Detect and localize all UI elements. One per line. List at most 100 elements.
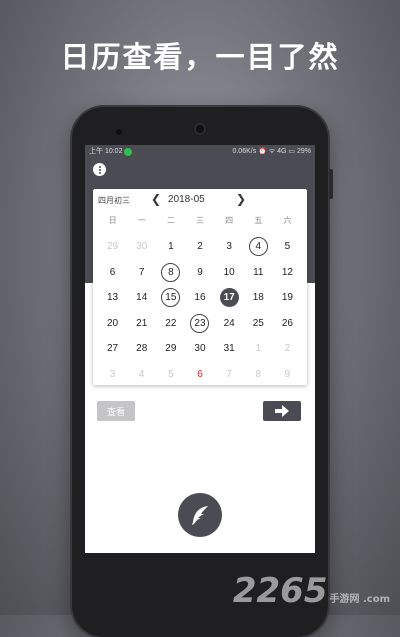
day-cell[interactable]: 4	[127, 362, 156, 388]
day-number: 26	[281, 317, 293, 329]
day-cell[interactable]: 5	[156, 362, 185, 388]
day-cell[interactable]: 15	[156, 285, 185, 311]
day-cell[interactable]: 11	[244, 260, 273, 286]
day-cell[interactable]: 9	[273, 362, 302, 388]
day-number: 24	[223, 317, 235, 329]
day-cell[interactable]: 23	[185, 311, 214, 337]
weekday-label: 五	[254, 216, 263, 225]
day-cell[interactable]: 8	[156, 260, 185, 286]
calendar-header: 四月初三 ❮ 2018-05 ❯	[93, 189, 307, 211]
watermark-number: 2265	[232, 571, 328, 611]
status-indicators: 0.06K/s ⏰ ᯤ 4G ▭ 29%	[232, 148, 311, 155]
day-number: 22	[165, 317, 177, 329]
app-screen: 上午 10:02 0.06K/s ⏰ ᯤ 4G ▭ 29% 四月初三 ❮ 201…	[85, 145, 315, 553]
day-cell[interactable]: 2	[273, 336, 302, 362]
day-number: 14	[136, 292, 148, 304]
more-vertical-icon[interactable]	[93, 163, 106, 176]
day-cell[interactable]: 13	[98, 285, 127, 311]
arrow-right-icon	[275, 405, 289, 417]
status-bar: 上午 10:02 0.06K/s ⏰ ᯤ 4G ▭ 29%	[85, 145, 315, 159]
day-number: 18	[252, 292, 264, 304]
day-number: 9	[284, 368, 291, 380]
day-number: 1	[168, 241, 174, 253]
day-number: 12	[281, 266, 293, 278]
go-button[interactable]	[263, 401, 301, 421]
day-number: 3	[109, 368, 116, 380]
day-number: 27	[107, 343, 119, 355]
weekday-label: 三	[195, 216, 204, 225]
day-cell[interactable]: 1	[244, 336, 273, 362]
day-cell[interactable]: 21	[127, 311, 156, 337]
weekday-label: 日	[108, 216, 117, 225]
day-cell[interactable]: 10	[215, 260, 244, 286]
chevron-right-icon[interactable]: ❯	[236, 192, 246, 206]
day-cell[interactable]: 26	[273, 311, 302, 337]
day-cell[interactable]: 18	[244, 285, 273, 311]
day-cell[interactable]: 12	[273, 260, 302, 286]
day-cell[interactable]: 9	[185, 260, 214, 286]
notification-icon	[124, 148, 132, 156]
day-cell[interactable]: 28	[127, 336, 156, 362]
day-cell[interactable]: 5	[273, 234, 302, 260]
phone-camera	[194, 123, 206, 135]
day-number: 17	[219, 288, 239, 308]
day-number: 4	[138, 368, 145, 380]
day-cell[interactable]: 14	[127, 285, 156, 311]
phone-side-button	[329, 169, 333, 199]
day-number: 5	[168, 368, 174, 380]
day-number: 29	[107, 241, 119, 253]
day-cell[interactable]: 27	[98, 336, 127, 362]
weekday-header: 日一二三四五六	[98, 215, 302, 226]
day-number: 9	[197, 266, 203, 278]
site-watermark: 2265 手游网 .com	[233, 571, 390, 611]
day-number: 19	[281, 292, 293, 304]
month-title: 2018-05	[168, 194, 205, 205]
day-cell[interactable]: 6	[185, 362, 214, 388]
day-number: 6	[197, 368, 203, 380]
day-cell[interactable]: 3	[98, 362, 127, 388]
day-cell[interactable]: 3	[215, 234, 244, 260]
day-cell[interactable]: 20	[98, 311, 127, 337]
day-cell[interactable]: 24	[215, 311, 244, 337]
day-number: 7	[138, 266, 145, 278]
day-number: 6	[109, 266, 116, 278]
write-note-button[interactable]	[178, 493, 222, 537]
day-number: 8	[255, 368, 262, 380]
day-number: 31	[223, 343, 235, 355]
day-number: 21	[136, 317, 148, 329]
chevron-left-icon[interactable]: ❮	[151, 192, 161, 206]
phone-speaker	[116, 129, 122, 135]
weekday-label: 二	[166, 216, 175, 225]
day-cell[interactable]: 1	[156, 234, 185, 260]
day-number: 11	[253, 266, 264, 278]
day-number: 2	[284, 343, 291, 355]
day-cell[interactable]: 17	[215, 285, 244, 311]
day-cell[interactable]: 25	[244, 311, 273, 337]
day-cell[interactable]: 31	[215, 336, 244, 362]
day-cell[interactable]: 16	[185, 285, 214, 311]
view-button[interactable]: 查看	[97, 401, 135, 421]
promo-headline: 日历查看，一目了然	[60, 40, 340, 74]
day-cell[interactable]: 29	[156, 336, 185, 362]
day-number: 25	[252, 317, 264, 329]
day-cell[interactable]: 30	[185, 336, 214, 362]
day-number: 13	[107, 292, 119, 304]
day-number: 10	[223, 266, 235, 278]
day-cell[interactable]: 6	[98, 260, 127, 286]
day-number: 2	[197, 241, 203, 253]
day-number: 4	[248, 237, 268, 257]
day-cell[interactable]: 19	[273, 285, 302, 311]
day-number: 15	[161, 288, 181, 308]
day-number: 7	[226, 368, 232, 380]
watermark-site: 手游网 .com	[329, 594, 391, 605]
day-cell[interactable]: 30	[127, 234, 156, 260]
day-cell[interactable]: 29	[98, 234, 127, 260]
lunar-date: 四月初三	[98, 196, 130, 205]
day-cell[interactable]: 22	[156, 311, 185, 337]
day-cell[interactable]: 7	[215, 362, 244, 388]
day-number: 28	[136, 343, 148, 355]
day-cell[interactable]: 4	[244, 234, 273, 260]
day-cell[interactable]: 7	[127, 260, 156, 286]
day-cell[interactable]: 8	[244, 362, 273, 388]
day-cell[interactable]: 2	[185, 234, 214, 260]
